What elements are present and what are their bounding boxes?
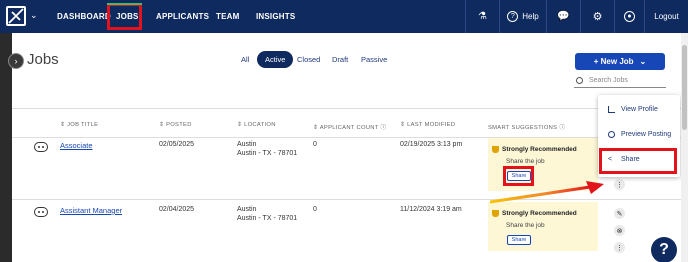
table-row-1-posted: 02/05/2025 [159, 141, 195, 148]
chevron-down-icon[interactable]: ⌄ [30, 10, 38, 21]
chat-icon: 💬 [557, 11, 570, 22]
new-job-label: + New Job [593, 57, 634, 66]
robot-icon [34, 207, 48, 217]
menu-item-preview-posting[interactable]: Preview Posting [608, 131, 671, 138]
col-header-last-modified[interactable]: ⇕ LAST MODIFIED [400, 122, 455, 128]
help-label: Help [522, 12, 539, 21]
top-nav: ⌄ DASHBOARD JOBS APPLICANTS TEAM INSIGHT… [0, 0, 688, 33]
help-button[interactable]: ? Help [499, 0, 546, 33]
share-menu-highlight [599, 148, 677, 174]
search-input[interactable]: Search Jobs [574, 74, 666, 88]
table-row-2-modified: 11/12/2024 3:19 am [400, 206, 462, 213]
search-icon [576, 77, 583, 84]
table-row-2-applicants: 0 [313, 206, 317, 213]
help-fab-button[interactable]: ? [651, 237, 677, 262]
expand-sidebar-button[interactable]: › [8, 53, 24, 69]
nav-applicants[interactable]: APPLICANTS [156, 0, 209, 33]
close-circle-icon: ⊗ [616, 227, 623, 235]
nav-team[interactable]: TEAM [216, 0, 239, 33]
table-row-1-city: Austin [237, 141, 257, 148]
table-row-1-applicants: 0 [313, 141, 317, 148]
logout-button[interactable]: Logout [644, 0, 688, 33]
robot-icon [34, 142, 48, 152]
user-icon: ● [624, 11, 635, 22]
help-icon: ? [507, 11, 519, 22]
menu-item-label: View Profile [621, 106, 658, 113]
new-job-button[interactable]: + New Job ⌄ [575, 53, 665, 70]
trophy-icon [492, 146, 499, 153]
col-header-job-title[interactable]: ⇕ JOB TITLE [60, 122, 98, 128]
table-row-2-location: Austin - TX - 78701 [237, 215, 298, 222]
suggestion-title: Strongly Recommended [502, 146, 577, 154]
row-2-actions-button[interactable]: ⋮ [614, 242, 625, 253]
edit-icon: ✎ [616, 210, 623, 218]
flask-icon: ⚗ [478, 11, 487, 22]
share-button[interactable]: Share [507, 235, 531, 245]
scrollbar-thumb[interactable] [682, 45, 687, 130]
kebab-icon: ⋮ [616, 244, 623, 252]
profile-button[interactable]: ● [614, 0, 644, 33]
chat-button[interactable]: 💬 [546, 0, 580, 33]
trophy-icon [492, 210, 499, 217]
gear-icon: ⚙ [592, 11, 603, 23]
filter-closed[interactable]: Closed [297, 51, 320, 68]
close-job-button[interactable]: ⊗ [614, 225, 625, 236]
chevron-right-icon: › [14, 56, 18, 66]
suggestion-text: Share the job [506, 158, 545, 165]
col-header-smart-suggestions: SMART SUGGESTIONS ⓘ [488, 125, 566, 131]
nav-jobs[interactable]: JOBS [116, 0, 139, 33]
question-icon: ? [659, 241, 669, 258]
suggestion-text: Share the job [506, 222, 545, 229]
filter-draft[interactable]: Draft [332, 51, 348, 68]
kebab-icon: ⋮ [616, 181, 623, 189]
filter-active[interactable]: Active [257, 51, 294, 68]
row-1-actions-button[interactable]: ⋮ [614, 179, 625, 190]
suggestion-title: Strongly Recommended [502, 210, 577, 218]
table-row-1-title[interactable]: Associate [60, 141, 93, 150]
table-row-1-location: Austin - TX - 78701 [237, 150, 298, 157]
nav-dashboard[interactable]: DASHBOARD [57, 0, 111, 33]
chevron-down-icon: ⌄ [639, 57, 647, 66]
flask-button[interactable]: ⚗ [465, 0, 499, 33]
chart-icon [608, 106, 615, 113]
settings-button[interactable]: ⚙ [580, 0, 614, 33]
filter-all[interactable]: All [241, 51, 249, 68]
filter-passive[interactable]: Passive [361, 51, 387, 68]
table-row-2-city: Austin [237, 206, 257, 213]
col-header-posted[interactable]: ⇕ POSTED [159, 122, 192, 128]
table-row-2-title[interactable]: Assistant Manager [60, 206, 122, 215]
col-header-applicant-count[interactable]: ⇕ APPLICANT COUNT ⓘ [313, 122, 387, 131]
page-title: Jobs [27, 51, 59, 68]
menu-item-label: Preview Posting [621, 131, 672, 138]
eye-icon [608, 131, 615, 138]
col-header-location[interactable]: ⇕ LOCATION [237, 122, 276, 128]
search-placeholder: Search Jobs [589, 77, 628, 84]
logo-icon[interactable] [6, 6, 26, 26]
suggestion-card-2: Strongly Recommended Share the job Share [488, 202, 598, 251]
menu-item-view-profile[interactable]: View Profile [608, 106, 658, 113]
table-row-1-modified: 02/19/2025 3:13 pm [400, 141, 463, 148]
annotation-arrow [490, 181, 604, 204]
table-row-2-posted: 02/04/2025 [159, 206, 195, 213]
nav-insights[interactable]: INSIGHTS [256, 0, 295, 33]
edit-job-button[interactable]: ✎ [614, 208, 625, 219]
